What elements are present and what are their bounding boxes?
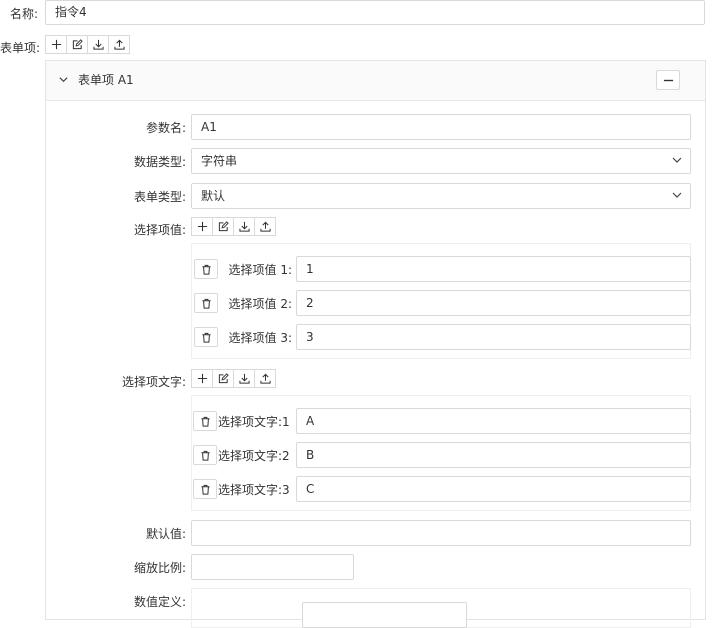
form-type-value: 默认 [201,189,226,203]
chevron-down-icon [672,192,682,198]
trash-icon [201,264,211,275]
upload-icon [259,221,271,232]
form-item-panel-header[interactable] [46,61,705,101]
numeric-def-label: 数值定义: [133,595,186,609]
edit-icon [218,373,229,384]
form-type-label: 表单类型: [133,190,186,204]
minus-icon [663,79,673,81]
add-icon [197,221,207,232]
add-button[interactable] [45,35,67,54]
download-icon [238,221,250,232]
option-value-label: 选择项值 3: [228,331,293,345]
option-texts-label: 选择项文字: [121,375,186,389]
option-value-input[interactable]: 3 [296,324,691,350]
upload-button[interactable] [254,369,276,388]
add-button[interactable] [191,369,213,388]
default-value-input[interactable] [191,520,691,546]
delete-button[interactable] [194,293,218,313]
upload-icon [113,39,125,50]
add-button[interactable] [191,217,213,236]
form-item-title: 表单项 A1 [78,73,134,87]
option-text-label: 选择项文字:1 [218,415,290,429]
trash-icon [201,332,211,343]
trash-icon [200,484,210,495]
download-icon [238,373,250,384]
option-value-input[interactable]: 1 [296,256,691,282]
form-type-select[interactable]: 默认 [191,183,691,209]
upload-button[interactable] [108,35,130,54]
delete-button[interactable] [194,327,218,347]
chevron-down-icon [672,157,682,163]
edit-icon [72,39,83,50]
param-name-label: 参数名: [145,121,186,135]
delete-button[interactable] [193,479,217,499]
scale-input[interactable] [191,554,354,580]
name-input[interactable]: 指令4 [45,0,705,25]
trash-icon [201,298,211,309]
delete-button[interactable] [194,259,218,279]
default-value-label: 默认值: [145,527,186,541]
form-items-label: 表单项: [0,41,41,55]
option-value-input[interactable]: 2 [296,290,691,316]
option-text-label: 选择项文字:2 [218,449,290,463]
download-button[interactable] [87,35,109,54]
trash-icon [200,450,210,461]
chevron-down-icon[interactable] [58,74,69,85]
option-text-label: 选择项文字:3 [218,483,290,497]
option-texts-toolbar [191,369,276,388]
upload-icon [259,373,271,384]
edit-icon [218,221,229,232]
name-label: 名称: [9,7,38,21]
option-value-label: 选择项值 1: [228,263,293,277]
edit-button[interactable] [66,35,88,54]
option-values-toolbar [191,217,276,236]
option-text-input[interactable]: C [296,476,691,502]
option-values-label: 选择项值: [133,223,186,237]
scale-label: 缩放比例: [133,561,186,575]
edit-button[interactable] [212,217,234,236]
option-value-label: 选择项值 2: [228,297,293,311]
data-type-select[interactable]: 字符串 [191,148,691,174]
data-type-label: 数据类型: [133,155,186,169]
add-icon [51,39,61,50]
param-name-input[interactable]: A1 [191,114,691,140]
option-text-input[interactable]: B [296,442,691,468]
download-button[interactable] [233,217,255,236]
option-text-input[interactable]: A [296,408,691,434]
upload-button[interactable] [254,217,276,236]
download-button[interactable] [233,369,255,388]
data-type-value: 字符串 [201,154,238,168]
remove-item-button[interactable] [656,70,680,90]
delete-button[interactable] [193,445,217,465]
delete-button[interactable] [193,411,217,431]
form-items-toolbar [45,35,130,54]
trash-icon [200,416,210,427]
add-icon [197,373,207,384]
edit-button[interactable] [212,369,234,388]
download-icon [92,39,104,50]
